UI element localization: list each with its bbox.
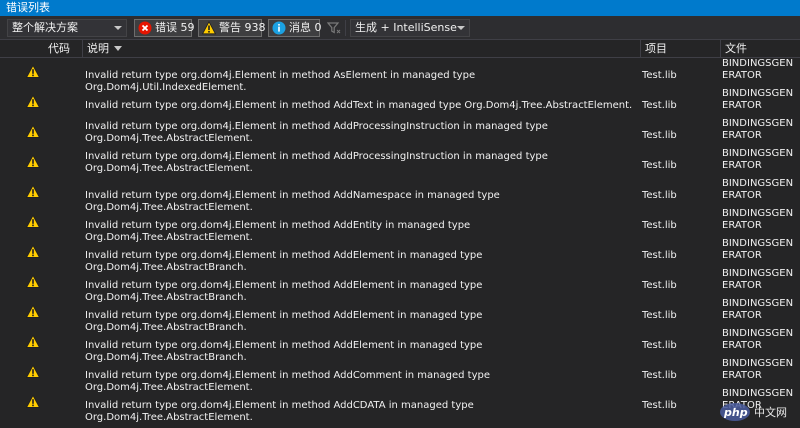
row-file: BINDINGSGENERATOR (722, 118, 794, 141)
chevron-down-icon (457, 26, 465, 30)
row-project: Test.lib (642, 400, 677, 411)
table-row[interactable]: Invalid return type org.dom4j.Element in… (0, 238, 800, 273)
table-row[interactable]: Invalid return type org.dom4j.Element in… (0, 388, 800, 423)
row-file: BINDINGSGENERATOR (722, 58, 794, 81)
warning-icon (26, 65, 40, 78)
watermark-logo: php 中文网 (720, 403, 787, 421)
row-project: Test.lib (642, 280, 677, 291)
errors-count-label: 错误 59 (155, 21, 195, 34)
row-project: Test.lib (642, 130, 677, 141)
column-header-description[interactable]: 说明 (82, 40, 640, 57)
warning-icon (26, 245, 40, 258)
column-header-row: 代码 说明 项目 文件 (0, 40, 800, 58)
error-list-window: 错误列表 整个解决方案 错误 59 警告 938 消息 0 生成 + Intel… (0, 0, 800, 428)
warnings-count-label: 警告 938 (219, 21, 266, 34)
row-project: Test.lib (642, 220, 677, 231)
sort-descending-icon (114, 45, 122, 51)
chevron-down-icon (114, 26, 122, 30)
column-header-file-label: 文件 (725, 42, 747, 55)
row-project: Test.lib (642, 310, 677, 321)
row-file: BINDINGSGENERATOR (722, 148, 794, 171)
row-file: BINDINGSGENERATOR (722, 268, 794, 291)
warning-icon (26, 125, 40, 138)
filter-icon[interactable] (327, 21, 341, 35)
column-header-file[interactable]: 文件 (720, 40, 800, 57)
row-file: BINDINGSGENERATOR (722, 88, 794, 111)
scope-dropdown-label: 整个解决方案 (12, 21, 78, 34)
table-row[interactable]: Invalid return type org.dom4j.Element in… (0, 298, 800, 333)
warnings-filter-button[interactable]: 警告 938 (198, 19, 266, 37)
warning-icon (26, 155, 40, 168)
messages-count-label: 消息 0 (289, 21, 322, 34)
row-project: Test.lib (642, 100, 677, 111)
row-description: Invalid return type org.dom4j.Element in… (85, 151, 548, 174)
row-file: BINDINGSGENERATOR (722, 178, 794, 201)
warning-icon (26, 95, 40, 108)
column-header-code-label: 代码 (48, 42, 70, 55)
warning-icon (26, 275, 40, 288)
svg-text:中文网: 中文网 (754, 405, 787, 419)
column-header-code[interactable]: 代码 (44, 40, 82, 57)
warning-icon (26, 305, 40, 318)
row-project: Test.lib (642, 70, 677, 81)
table-row[interactable]: Invalid return type org.dom4j.Element in… (0, 268, 800, 303)
row-file: BINDINGSGENERATOR (722, 238, 794, 261)
row-file: BINDINGSGENERATOR (722, 358, 794, 381)
table-row[interactable]: Invalid return type org.dom4j.Element in… (0, 358, 800, 393)
row-project: Test.lib (642, 250, 677, 261)
warning-icon (26, 215, 40, 228)
column-header-project-label: 项目 (645, 42, 667, 55)
table-row[interactable]: Invalid return type org.dom4j.Element in… (0, 118, 800, 148)
errors-filter-button[interactable]: 错误 59 (134, 19, 195, 37)
svg-text:php: php (723, 406, 748, 419)
table-row[interactable]: Invalid return type org.dom4j.Element in… (0, 328, 800, 363)
toolbar-separator (345, 20, 346, 36)
warning-icon (202, 21, 216, 35)
warning-icon (26, 395, 40, 408)
error-list: Invalid return type org.dom4j.Element in… (0, 58, 800, 428)
row-project: Test.lib (642, 190, 677, 201)
column-header-description-label: 说明 (87, 42, 109, 55)
scope-dropdown[interactable]: 整个解决方案 (7, 19, 127, 37)
error-icon (138, 21, 152, 35)
row-file: BINDINGSGENERATOR (722, 208, 794, 231)
row-description: Invalid return type org.dom4j.Element in… (85, 100, 633, 111)
row-file: BINDINGSGENERATOR (722, 328, 794, 351)
info-icon (272, 21, 286, 35)
table-row[interactable]: Invalid return type org.dom4j.Element in… (0, 208, 800, 243)
row-description: Invalid return type org.dom4j.Element in… (85, 121, 548, 144)
table-row[interactable]: Invalid return type org.dom4j.Element in… (0, 178, 800, 213)
build-filter-dropdown[interactable]: 生成 + IntelliSense (350, 19, 470, 37)
table-row[interactable]: Invalid return type org.dom4j.Element in… (0, 148, 800, 178)
messages-filter-button[interactable]: 消息 0 (268, 19, 322, 37)
table-row[interactable]: Invalid return type org.dom4j.Element in… (0, 88, 800, 118)
warning-icon (26, 365, 40, 378)
row-file: BINDINGSGENERATOR (722, 298, 794, 321)
row-description: Invalid return type org.dom4j.Element in… (85, 400, 474, 423)
window-title: 错误列表 (0, 0, 800, 16)
toolbar: 整个解决方案 错误 59 警告 938 消息 0 生成 + IntelliSen… (0, 16, 800, 40)
row-project: Test.lib (642, 370, 677, 381)
warning-icon (26, 185, 40, 198)
row-project: Test.lib (642, 160, 677, 171)
table-row[interactable]: Invalid return type org.dom4j.Element in… (0, 58, 800, 93)
build-filter-label: 生成 + IntelliSense (355, 21, 457, 34)
row-project: Test.lib (642, 340, 677, 351)
column-header-project[interactable]: 项目 (640, 40, 720, 57)
warning-icon (26, 335, 40, 348)
